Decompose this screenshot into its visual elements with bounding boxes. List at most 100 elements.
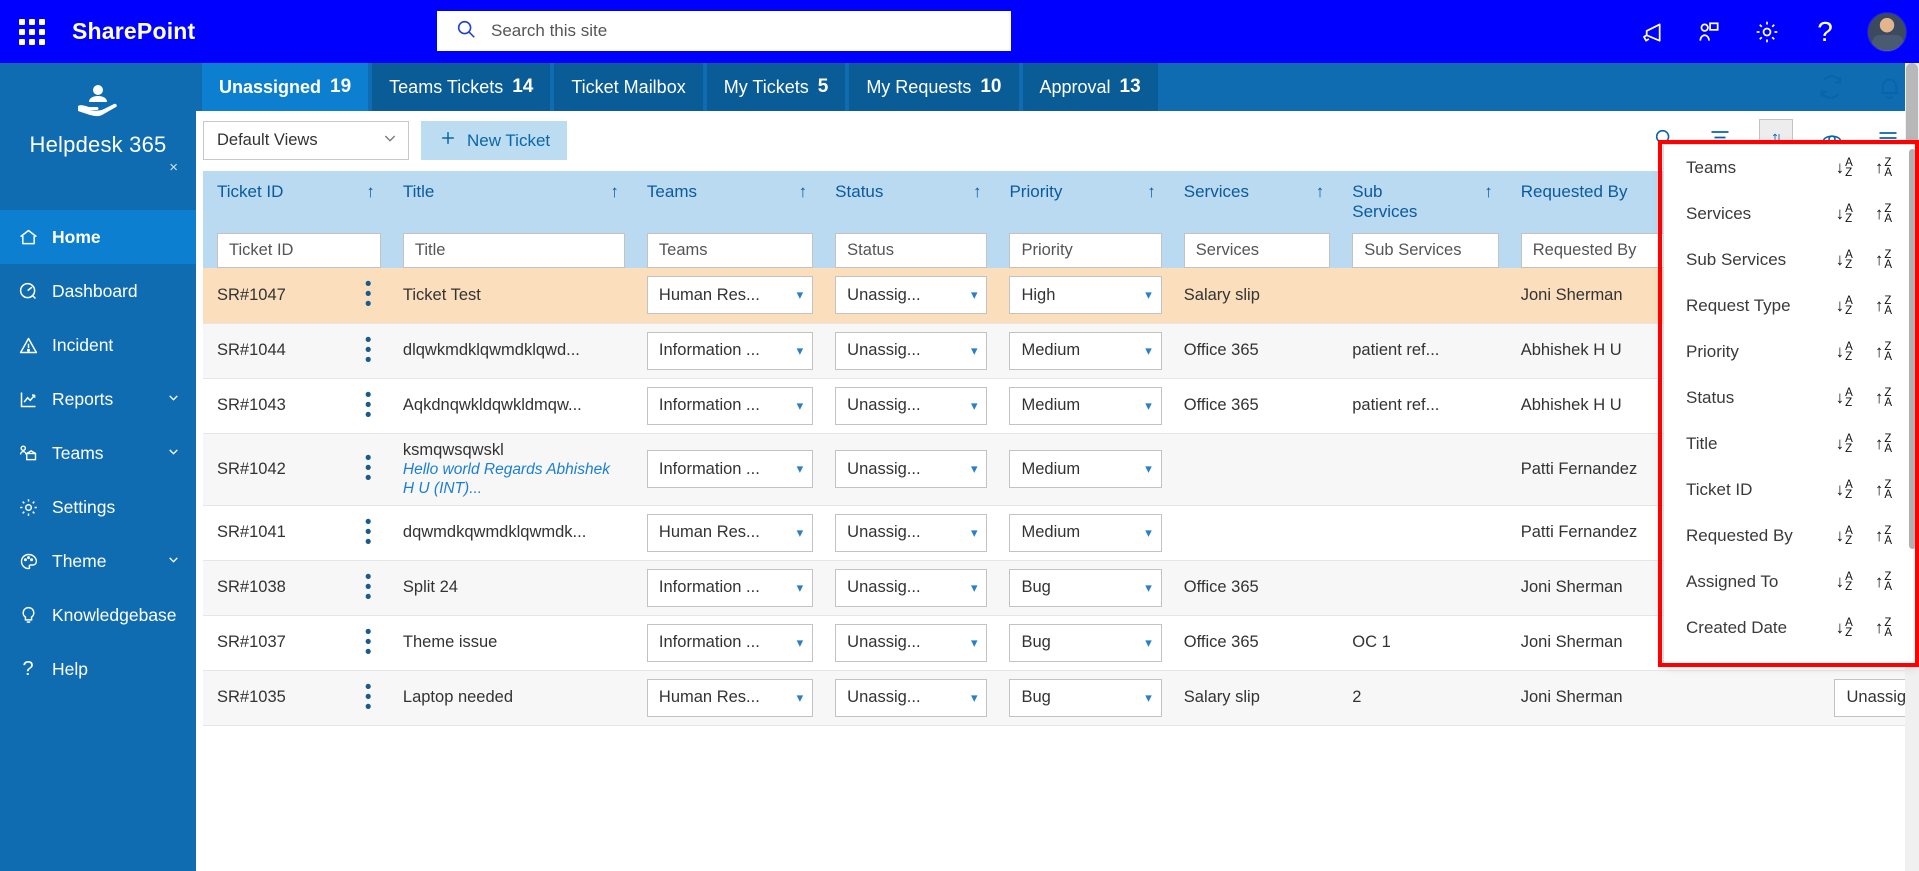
column-header-priority[interactable]: Priority ↑ (995, 171, 1170, 233)
view-selector[interactable]: Default Views (203, 121, 409, 160)
bell-icon[interactable] (1873, 71, 1905, 103)
sort-item-request-type[interactable]: Request Type ↓ A Z ↑ Z A (1664, 283, 1918, 329)
sort-item-title[interactable]: Title ↓ A Z ↑ Z A (1664, 421, 1918, 467)
cell-priority-dropdown[interactable]: Medium ▾ (1009, 450, 1162, 488)
sort-a-z-icon[interactable]: ↓ A Z (1836, 617, 1853, 639)
column-header-ticket-id[interactable]: Ticket ID ↑ (203, 171, 389, 233)
cell-ticket-id[interactable]: SR#1038 (203, 560, 343, 615)
table-row[interactable]: SR#1042 • • • ksmqwsqwskl Hello world Rega… (203, 433, 1919, 505)
sort-item-sub-services[interactable]: Sub Services ↓ A Z ↑ Z A (1664, 237, 1918, 283)
sidebar-item-teams[interactable]: Teams (0, 426, 196, 480)
cell-teams-dropdown[interactable]: Human Res... ▾ (646, 678, 814, 717)
cell-priority-dropdown[interactable]: Bug ▾ (1009, 568, 1162, 607)
cell-ticket-id[interactable]: SR#1035 (203, 670, 343, 725)
cell-teams-dropdown[interactable]: Information ... ▾ (646, 623, 814, 662)
sort-a-z-icon[interactable]: ↓ A Z (1836, 433, 1853, 455)
sort-item-teams[interactable]: Teams ↓ A Z ↑ Z A (1664, 145, 1918, 191)
sort-arrow-icon[interactable]: ↑ (1484, 182, 1493, 202)
more-vertical-icon[interactable]: • • • (356, 513, 380, 552)
tab-teams-tickets[interactable]: Teams Tickets 14 (372, 63, 551, 111)
sidebar-item-help[interactable]: ? Help (0, 642, 196, 696)
cell-title[interactable]: Aqkdnqwkldqwkldmqw... (389, 378, 633, 433)
cell-priority-dropdown[interactable]: High ▾ (1009, 276, 1162, 315)
column-header-sub-services[interactable]: Sub Services ↑ (1338, 171, 1507, 233)
cell-status-dropdown[interactable]: Unassig... ▾ (835, 513, 988, 552)
cell-ticket-id[interactable]: SR#1044 (203, 323, 343, 378)
filter-input-teams[interactable] (646, 233, 814, 268)
sort-a-z-icon[interactable]: ↓ A Z (1836, 479, 1853, 501)
cell-status-dropdown[interactable]: Unassig... ▾ (835, 623, 988, 662)
filter-input-sub-services[interactable] (1352, 233, 1499, 268)
sidebar-item-reports[interactable]: Reports (0, 372, 196, 426)
column-header-title[interactable]: Title ↑ (388, 171, 633, 233)
cell-title[interactable]: ksmqwsqwskl Hello world Regards Abhishek… (388, 433, 633, 505)
table-row[interactable]: SR#1043 • • • Aqkdnqwkldqwkldmqw... Inform… (203, 378, 1919, 433)
search-box[interactable]: Search this site (437, 11, 1011, 51)
sort-z-a-icon[interactable]: ↑ Z A (1875, 571, 1892, 593)
sort-item-services[interactable]: Services ↓ A Z ↑ Z A (1664, 191, 1918, 237)
cell-ticket-id[interactable]: SR#1047 (203, 268, 343, 323)
sidebar-item-settings[interactable]: Settings (0, 480, 196, 534)
sort-z-a-icon[interactable]: ↑ Z A (1875, 433, 1892, 455)
filter-input-title[interactable] (402, 233, 625, 268)
new-ticket-button[interactable]: New Ticket (421, 121, 568, 160)
refresh-icon[interactable] (1815, 71, 1847, 103)
gear-icon[interactable] (1751, 16, 1783, 48)
cell-teams-dropdown[interactable]: Human Res... ▾ (646, 513, 814, 552)
column-header-teams[interactable]: Teams ↑ (632, 171, 822, 233)
sort-arrow-icon[interactable]: ↑ (366, 182, 375, 202)
more-vertical-icon[interactable]: • • • (356, 623, 380, 662)
sort-z-a-icon[interactable]: ↑ Z A (1875, 525, 1892, 547)
filter-input-status[interactable] (835, 233, 988, 268)
cell-ticket-id[interactable]: SR#1043 (203, 378, 342, 433)
cell-title[interactable]: Split 24 (388, 560, 633, 615)
cell-priority-dropdown[interactable]: Medium ▾ (1009, 386, 1162, 425)
sort-z-a-icon[interactable]: ↑ Z A (1875, 157, 1892, 179)
sort-z-a-icon[interactable]: ↑ Z A (1875, 479, 1892, 501)
user-avatar[interactable] (1867, 11, 1907, 52)
cell-priority-dropdown[interactable]: Bug ▾ (1009, 623, 1162, 662)
cell-teams-dropdown[interactable]: Information ... ▾ (646, 331, 814, 370)
cell-ticket-id[interactable]: SR#1041 (203, 505, 342, 560)
cell-title[interactable]: Ticket Test (388, 268, 633, 323)
sort-z-a-icon[interactable]: ↑ Z A (1875, 617, 1892, 639)
sidebar-item-theme[interactable]: Theme (0, 534, 196, 588)
column-header-status[interactable]: Status ↑ (821, 171, 996, 233)
sort-a-z-icon[interactable]: ↓ A Z (1836, 525, 1853, 547)
megaphone-icon[interactable] (1635, 16, 1667, 48)
more-vertical-icon[interactable]: • • • (356, 568, 380, 607)
sort-item-created-date[interactable]: Created Date ↓ A Z ↑ Z A (1664, 605, 1918, 651)
cell-priority-dropdown[interactable]: Medium ▾ (1009, 513, 1162, 552)
table-row[interactable]: SR#1038 • • • Split 24 Information ... ▾ Un… (203, 560, 1919, 615)
more-vertical-icon[interactable]: • • • (356, 449, 380, 488)
cell-priority-dropdown[interactable]: Bug ▾ (1009, 678, 1162, 717)
more-vertical-icon[interactable]: • • • (356, 678, 380, 717)
table-row[interactable]: SR#1041 • • • dqwmdkqwmdklqwmdk... Human R… (203, 505, 1919, 560)
table-row[interactable]: SR#1035 • • • Laptop needed Human Res... ▾ … (203, 670, 1919, 725)
sort-z-a-icon[interactable]: ↑ Z A (1875, 203, 1892, 225)
sort-z-a-icon[interactable]: ↑ Z A (1875, 341, 1892, 363)
table-row[interactable]: SR#1037 • • • Theme issue Information ... ▾… (203, 615, 1919, 670)
cell-title[interactable]: Laptop needed (388, 670, 633, 725)
app-launcher-waffle-icon[interactable] (8, 8, 56, 56)
cell-ticket-id[interactable]: SR#1037 (203, 615, 342, 670)
sort-a-z-icon[interactable]: ↓ A Z (1836, 203, 1853, 225)
cell-status-dropdown[interactable]: Unassig... ▾ (835, 386, 988, 425)
cell-status-dropdown[interactable]: Unassig... ▾ (835, 331, 988, 370)
column-header-services[interactable]: Services ↑ (1169, 171, 1339, 233)
cell-status-dropdown[interactable]: Unassig... ▾ (835, 450, 988, 488)
more-vertical-icon[interactable]: • • • (356, 331, 380, 370)
help-icon[interactable]: ? (1809, 16, 1841, 48)
sidebar-item-dashboard[interactable]: Dashboard (0, 264, 196, 318)
panel-scrollbar[interactable] (1909, 149, 1916, 549)
filter-input-services[interactable] (1183, 233, 1331, 268)
sort-arrow-icon[interactable]: ↑ (973, 182, 982, 202)
collaborate-icon[interactable] (1693, 16, 1725, 48)
tab-my-tickets[interactable]: My Tickets 5 (706, 63, 846, 111)
cell-priority-dropdown[interactable]: Medium ▾ (1009, 331, 1162, 370)
sort-arrow-icon[interactable]: ↑ (1147, 182, 1156, 202)
sort-z-a-icon[interactable]: ↑ Z A (1875, 387, 1892, 409)
tab-unassigned[interactable]: Unassigned 19 (202, 63, 369, 111)
sidebar-item-knowledgebase[interactable]: Knowledgebase (0, 588, 196, 642)
sort-arrow-icon[interactable]: ↑ (799, 182, 808, 202)
